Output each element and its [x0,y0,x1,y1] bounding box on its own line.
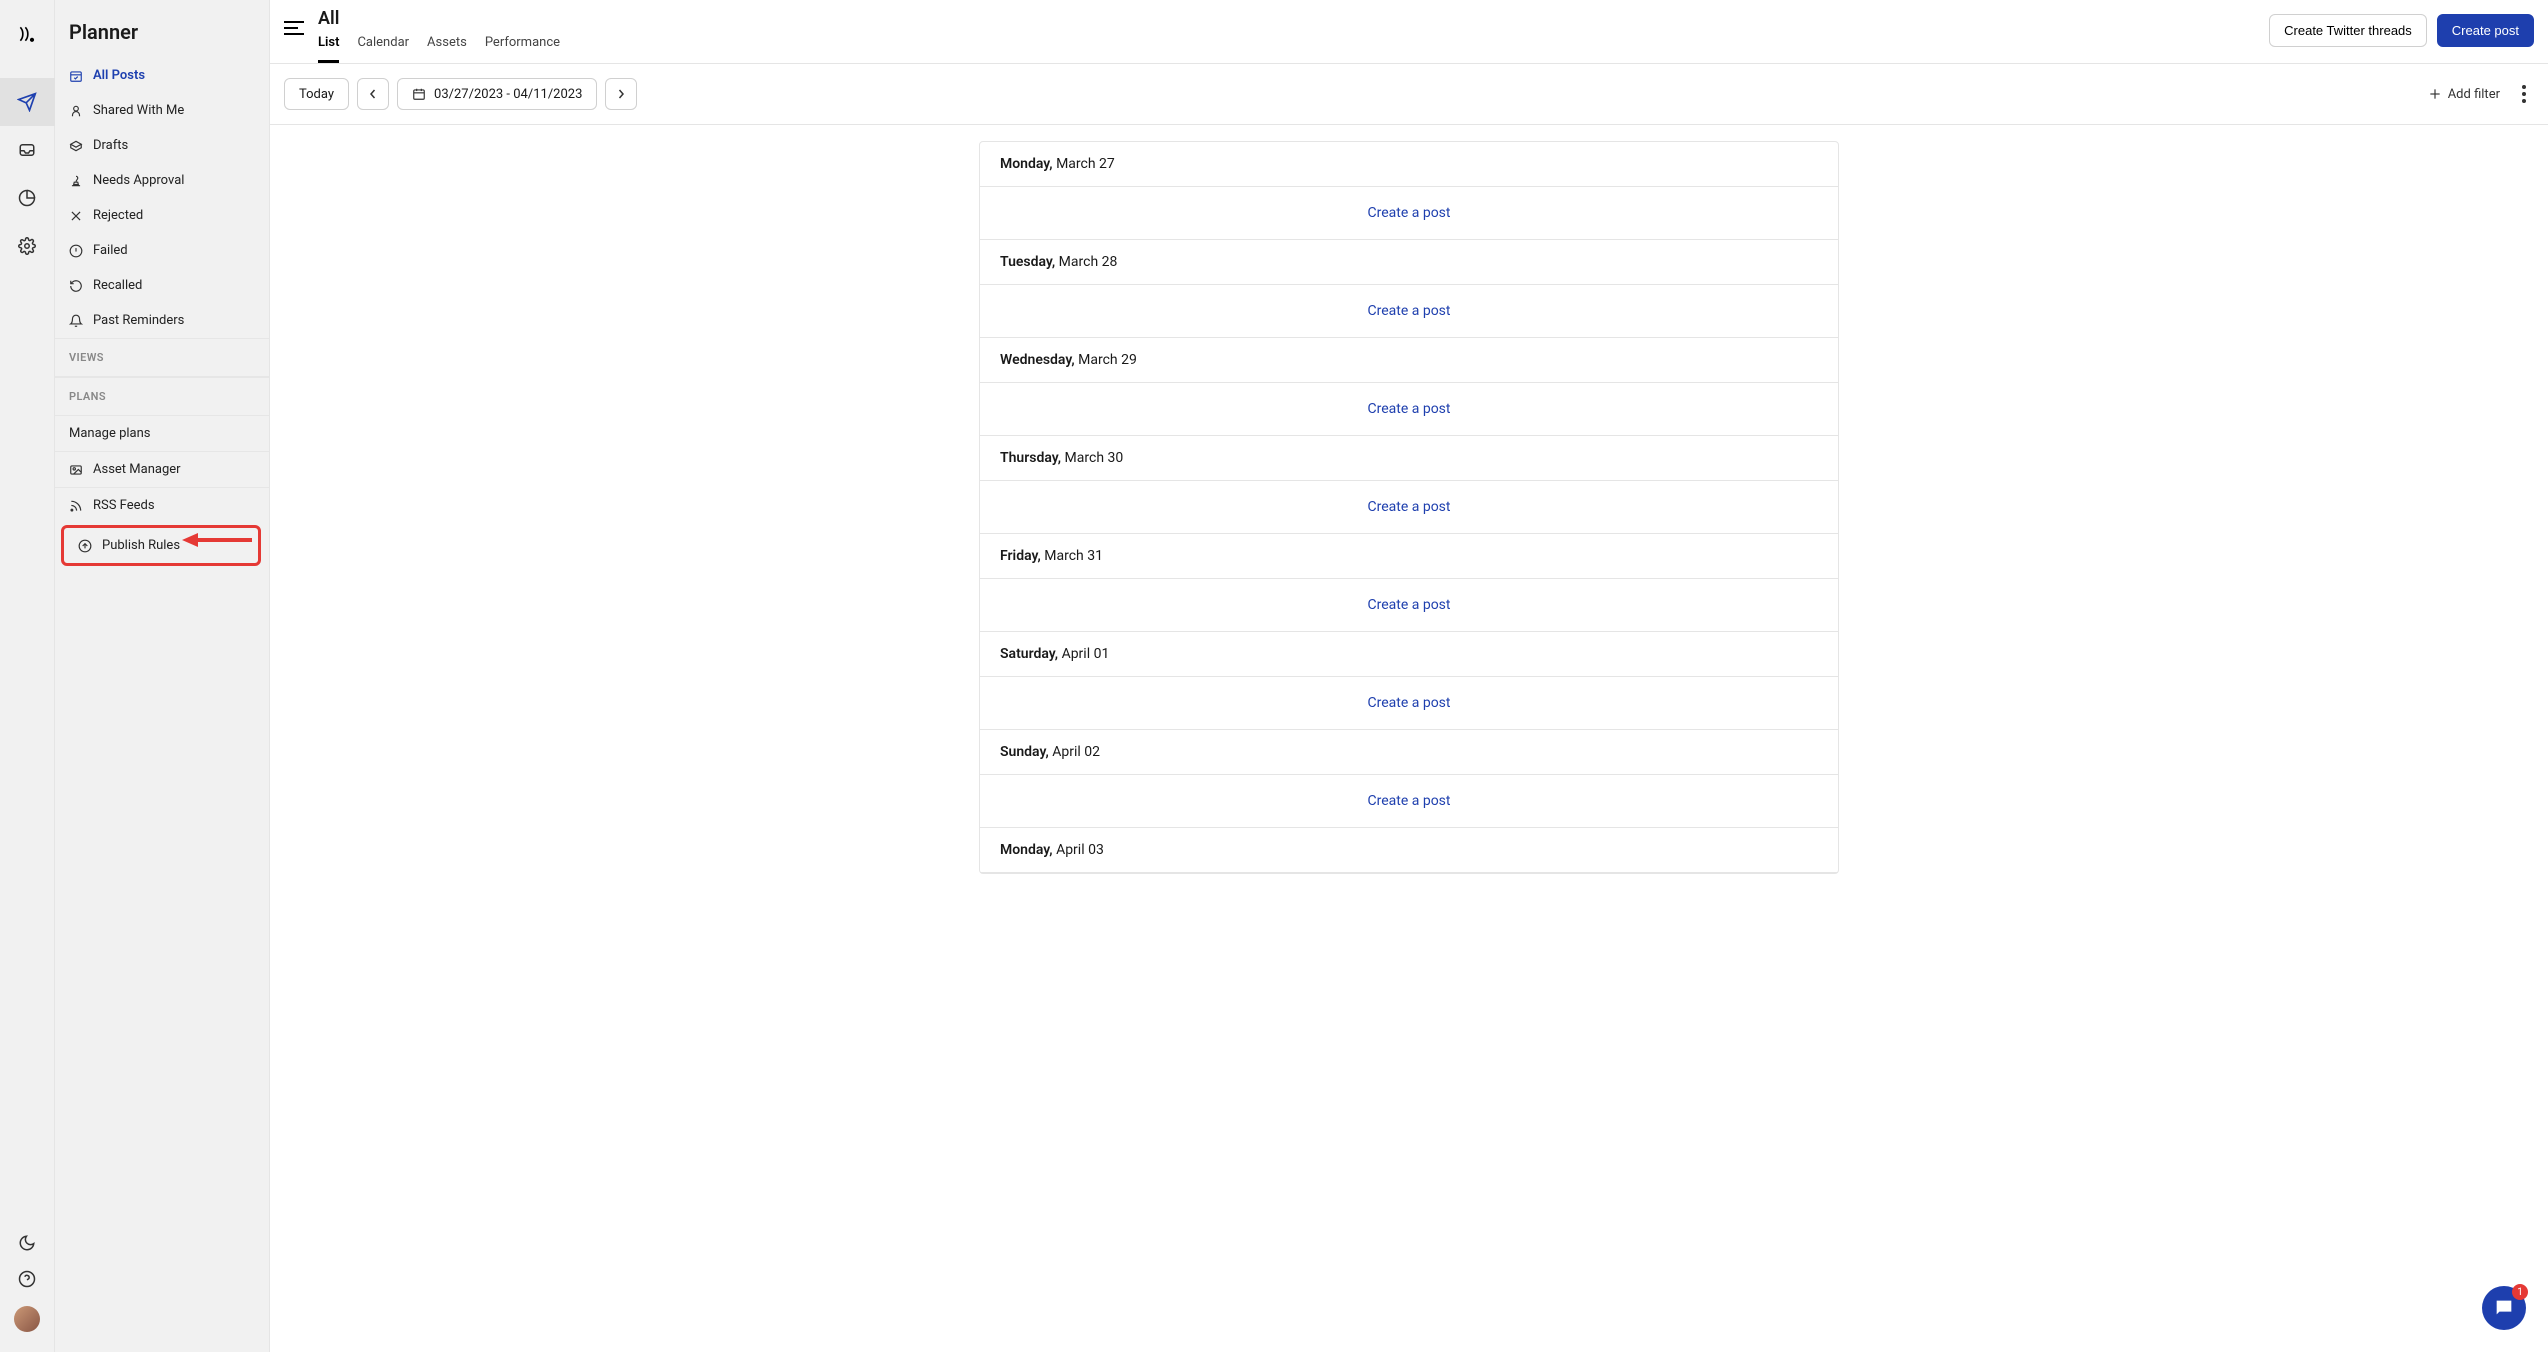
sidebar-item-shared[interactable]: Shared With Me [55,93,269,128]
date-prev-button[interactable] [357,78,389,110]
toolbar: Today 03/27/2023 - 04/11/2023 Add filter [270,64,2548,125]
sidebar-item-recalled[interactable]: Recalled [55,268,269,303]
theme-toggle[interactable] [18,1234,36,1252]
day-header: Wednesday, March 29 [980,338,1838,383]
help-icon[interactable] [18,1270,36,1288]
date-range-picker[interactable]: 03/27/2023 - 04/11/2023 [397,78,597,110]
day-body: Create a post [980,187,1838,240]
create-post-link[interactable]: Create a post [1368,597,1451,613]
date-range-text: 03/27/2023 - 04/11/2023 [434,87,582,102]
sidebar-item-label: Publish Rules [102,538,180,553]
day-header: Friday, March 31 [980,534,1838,579]
day-header: Monday, April 03 [980,828,1838,873]
tab-performance[interactable]: Performance [485,35,560,63]
sidebar-item-all-posts[interactable]: All Posts [55,58,269,93]
undo-icon [69,279,83,293]
day-body: Create a post [980,775,1838,828]
day-body: Create a post [980,481,1838,534]
calendar-icon [412,87,426,101]
day-body: Create a post [980,285,1838,338]
day-header: Monday, March 27 [980,142,1838,187]
rail-analytics[interactable] [0,174,55,222]
tab-calendar[interactable]: Calendar [357,35,409,63]
sidebar-item-label: Recalled [93,278,142,293]
sidebar-item-label: Drafts [93,138,128,153]
main-area: All List Calendar Assets Performance Cre… [270,0,2548,1352]
tab-assets[interactable]: Assets [427,35,467,63]
tab-list[interactable]: List [318,35,339,63]
create-post-link[interactable]: Create a post [1368,401,1451,417]
day-body: Create a post [980,383,1838,436]
alert-icon [69,244,83,258]
chat-badge: 1 [2512,1284,2528,1300]
sidebar-item-rss-feeds[interactable]: RSS Feeds [55,487,269,523]
planner-sidebar: Planner All Posts Shared With Me Drafts … [55,0,270,1352]
rss-icon [69,499,83,513]
create-post-button[interactable]: Create post [2437,14,2534,47]
view-tabs: List Calendar Assets Performance [318,35,560,63]
box-open-icon [69,139,83,153]
annotation-arrow [182,530,252,550]
create-post-link[interactable]: Create a post [1368,695,1451,711]
sidebar-toggle[interactable] [284,20,304,36]
sidebar-item-label: Needs Approval [93,173,184,188]
sidebar-item-label: Rejected [93,208,143,223]
sidebar-item-manage-plans[interactable]: Manage plans [55,416,269,451]
create-post-link[interactable]: Create a post [1368,303,1451,319]
page-title: All [318,8,560,29]
sidebar-item-needs-approval[interactable]: Needs Approval [55,163,269,198]
sidebar-title: Planner [55,0,269,58]
date-next-button[interactable] [605,78,637,110]
add-filter-button[interactable]: Add filter [2428,87,2500,102]
views-section-label: VIEWS [55,338,269,377]
today-button[interactable]: Today [284,78,349,110]
user-icon [69,104,83,118]
day-header: Saturday, April 01 [980,632,1838,677]
rail-settings[interactable] [0,222,55,270]
add-filter-label: Add filter [2448,87,2500,102]
stamp-icon [69,174,83,188]
sidebar-item-label: Shared With Me [93,103,184,118]
day-header: Thursday, March 30 [980,436,1838,481]
image-icon [69,463,83,477]
create-twitter-threads-button[interactable]: Create Twitter threads [2269,14,2427,47]
more-menu[interactable] [2514,85,2534,103]
day-header: Tuesday, March 28 [980,240,1838,285]
rail-planner[interactable] [0,78,55,126]
plans-section-label: PLANS [55,377,269,416]
sidebar-item-asset-manager[interactable]: Asset Manager [55,451,269,487]
app-logo[interactable] [13,20,41,48]
sidebar-item-failed[interactable]: Failed [55,233,269,268]
day-list: Monday, March 27 Create a post Tuesday, Ma… [979,141,1839,874]
topbar: All List Calendar Assets Performance Cre… [270,0,2548,64]
day-header: Sunday, April 02 [980,730,1838,775]
chat-icon [2493,1297,2515,1319]
user-avatar[interactable] [14,1306,40,1332]
sidebar-item-past-reminders[interactable]: Past Reminders [55,303,269,338]
content-scroll: Monday, March 27 Create a post Tuesday, Ma… [270,125,2548,1352]
bell-icon [69,314,83,328]
app-rail [0,0,55,1352]
create-post-link[interactable]: Create a post [1368,499,1451,515]
calendar-check-icon [69,69,83,83]
day-body: Create a post [980,677,1838,730]
rail-inbox[interactable] [0,126,55,174]
sidebar-item-label: Past Reminders [93,313,184,328]
x-icon [69,209,83,223]
plus-icon [2428,87,2442,101]
create-post-link[interactable]: Create a post [1368,205,1451,221]
sidebar-item-label: All Posts [93,68,145,83]
upload-circle-icon [78,539,92,553]
day-body: Create a post [980,579,1838,632]
sidebar-item-rejected[interactable]: Rejected [55,198,269,233]
sidebar-item-label: RSS Feeds [93,498,155,513]
chat-fab[interactable]: 1 [2482,1286,2526,1330]
sidebar-item-label: Manage plans [69,426,151,441]
sidebar-item-label: Failed [93,243,128,258]
sidebar-item-label: Asset Manager [93,462,181,477]
sidebar-item-drafts[interactable]: Drafts [55,128,269,163]
create-post-link[interactable]: Create a post [1368,793,1451,809]
